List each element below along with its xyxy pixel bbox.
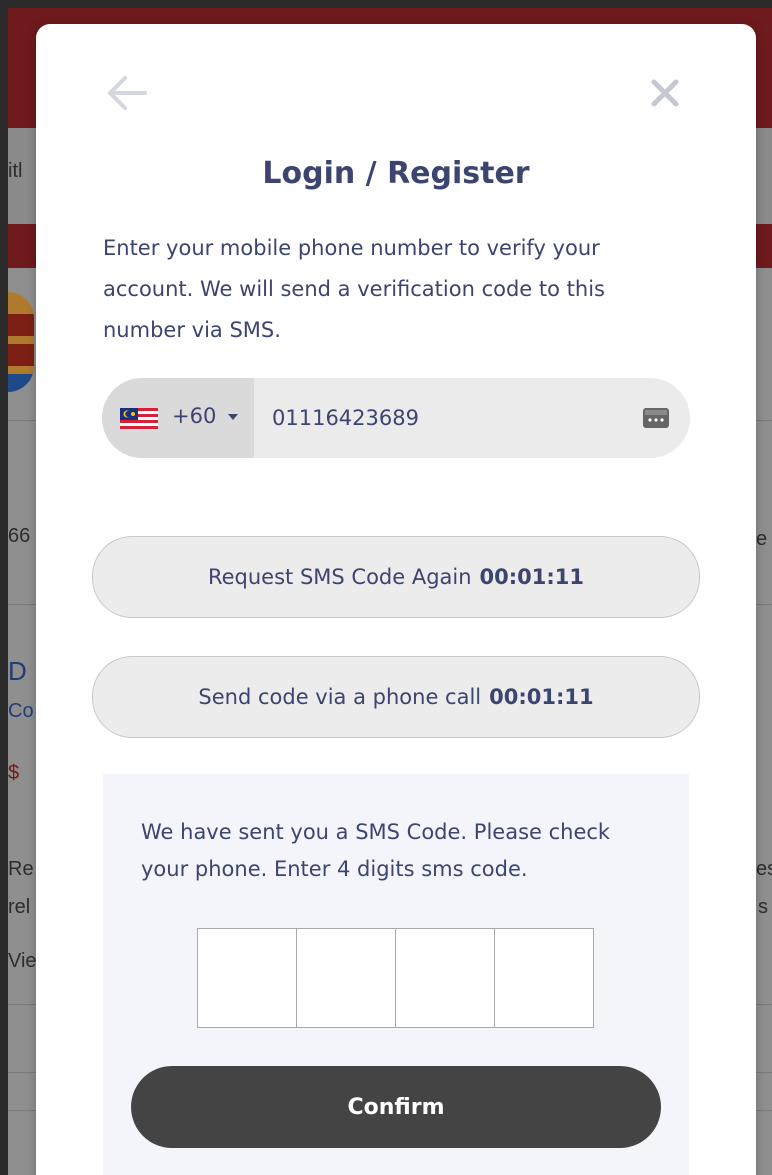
background-text: $	[8, 762, 20, 784]
phone-call-label: Send code via a phone call	[198, 685, 482, 709]
background-text: s	[758, 896, 768, 918]
phone-call-code-button[interactable]: Send code via a phone call 00:01:11	[92, 656, 700, 738]
phone-number-input[interactable]	[262, 378, 632, 458]
otp-digit-4[interactable]	[494, 928, 594, 1028]
arrow-left-icon	[108, 76, 147, 110]
otp-message: We have sent you a SMS Code. Please chec…	[141, 820, 611, 881]
modal-title: Login / Register	[262, 156, 530, 191]
request-sms-code-button[interactable]: Request SMS Code Again 00:01:11	[92, 536, 700, 618]
phone-call-timer: 00:01:11	[489, 685, 594, 709]
modal-description: Enter your mobile phone number to verify…	[103, 236, 605, 342]
otp-digit-3[interactable]	[395, 928, 495, 1028]
malaysia-flag-icon	[120, 408, 158, 429]
login-modal: Login / Register Enter your mobile phone…	[36, 24, 756, 1175]
background-text: Co	[8, 700, 34, 722]
window-border	[0, 0, 772, 8]
otp-digit-2[interactable]	[296, 928, 396, 1028]
background-text: Re	[8, 858, 34, 880]
request-sms-timer: 00:01:11	[479, 565, 585, 589]
dial-code: +60	[172, 404, 217, 428]
otp-panel: We have sent you a SMS Code. Please chec…	[103, 774, 689, 1175]
background-text: D	[8, 656, 27, 686]
background-text: itl	[8, 160, 23, 182]
window-border	[0, 0, 8, 1175]
phone-input-group: +60	[102, 378, 690, 458]
confirm-button[interactable]: Confirm	[131, 1066, 661, 1148]
otp-digit-1[interactable]	[197, 928, 297, 1028]
background-text: e	[756, 528, 768, 550]
close-icon	[651, 79, 679, 107]
background-text: Vie	[8, 950, 37, 972]
request-sms-label: Request SMS Code Again	[207, 565, 472, 589]
background-logo	[8, 292, 34, 392]
close-button[interactable]	[642, 72, 688, 114]
background-text: rel	[8, 896, 31, 918]
background-text: es	[756, 858, 772, 880]
back-button[interactable]	[102, 70, 152, 116]
country-code-select[interactable]: +60	[102, 378, 254, 458]
chevron-down-icon	[228, 414, 238, 420]
autofill-icon[interactable]	[642, 404, 670, 432]
otp-input-group	[197, 928, 594, 1028]
background-text: 66	[8, 525, 31, 547]
